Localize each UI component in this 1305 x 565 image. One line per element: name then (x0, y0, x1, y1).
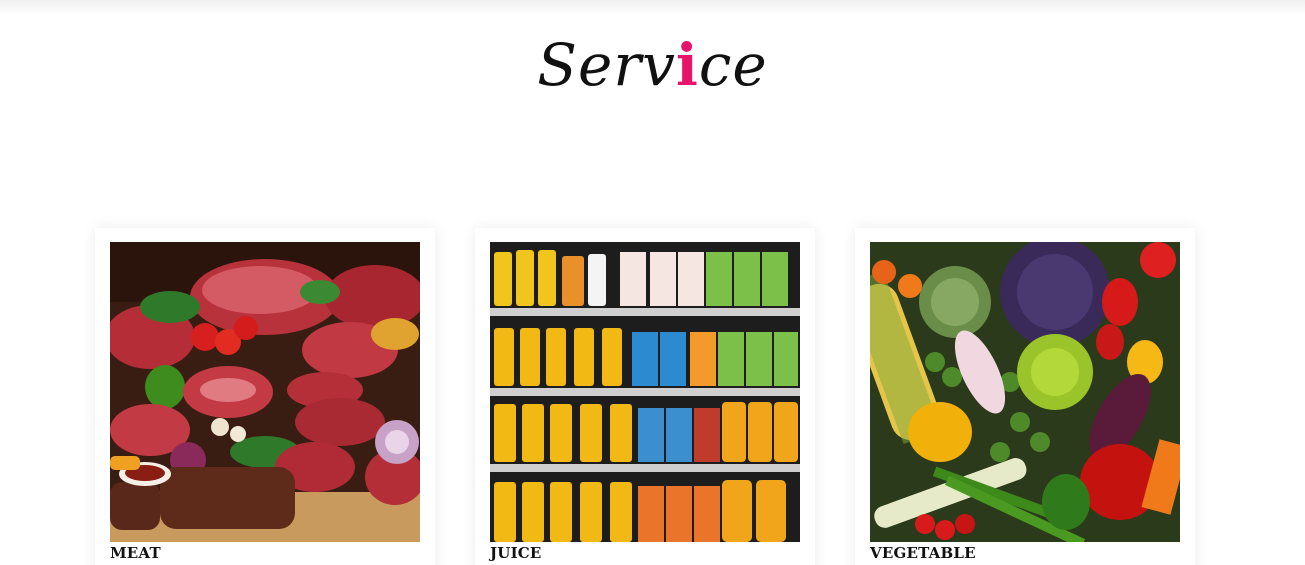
service-card-vegetable[interactable]: VEGETABLE (855, 228, 1195, 565)
section-title-part2: ce (698, 31, 768, 99)
card-label-juice: JUICE (490, 544, 542, 562)
card-label-vegetable: VEGETABLE (870, 544, 976, 562)
service-card-juice[interactable]: JUICE (475, 228, 815, 565)
section-title-part1: Serv (537, 31, 676, 99)
section-title-accent: i (675, 31, 699, 99)
service-card-meat[interactable]: MEAT (95, 228, 435, 565)
meat-image[interactable] (110, 242, 420, 542)
juice-image[interactable] (490, 242, 800, 542)
vegetable-image[interactable] (870, 242, 1180, 542)
section-title: Serv i ce (0, 14, 1305, 94)
card-label-meat: MEAT (110, 544, 161, 562)
